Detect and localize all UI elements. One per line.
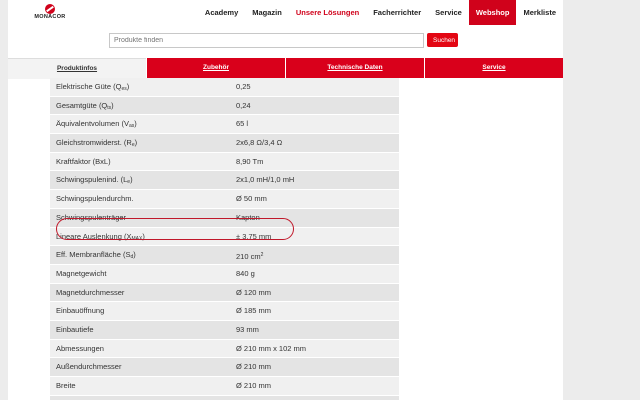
spec-label: Schwingspulendurchm.	[56, 194, 134, 204]
spec-value: Kapton	[236, 212, 260, 222]
spec-value: Ø 210 mm	[236, 362, 272, 372]
monacor-logo-icon	[45, 4, 55, 14]
spec-value: Ø 120 mm	[236, 287, 272, 297]
nav-item-facherrichter[interactable]: Facherrichter	[366, 0, 428, 25]
spec-row: Äquivalentvolumen (Vas) 65 l	[50, 115, 399, 135]
product-tabs: Produktinfos Zubehör Technische Daten Servi…	[8, 58, 563, 79]
spec-label: Breite	[56, 381, 76, 390]
main-menu: Academy Magazin Unsere Lösungen Facherricht…	[198, 0, 563, 25]
spec-row: Abmessungen Ø 210 mm x 102 mm	[50, 339, 399, 359]
spec-value: Ø 210 mm x 102 mm	[236, 343, 307, 353]
spec-label: Schwingspulenind. (Le)	[56, 175, 133, 186]
spec-value: Ø 210 mm	[236, 381, 272, 390]
spec-row: Schwingspulenind. (Le) 2x1,0 mH/1,0 mH	[50, 171, 399, 191]
spec-value: 93 mm	[236, 324, 259, 334]
spec-label: Magnetdurchmesser	[56, 287, 125, 297]
spec-label: Äquivalentvolumen (Vas)	[56, 119, 137, 130]
nav-item-service[interactable]: Service	[428, 0, 469, 25]
spec-row: Einbautiefe 93 mm	[50, 320, 399, 340]
spec-label: Kraftfaktor (BxL)	[56, 156, 111, 166]
spec-row: Elektrische Güte (Qes) 0,25	[50, 78, 399, 97]
spec-value: ± 3,75 mm	[236, 231, 272, 241]
spec-label: Lineare Auslenkung (XMAX)	[56, 231, 145, 242]
search-bar: Suchen	[8, 25, 563, 57]
spec-value: Ø 185 mm	[236, 306, 272, 316]
spec-value: Ø 50 mm	[236, 194, 267, 204]
spec-value: 210 cm2	[236, 252, 264, 262]
spec-row: Schwingspulenträger Kapton	[50, 208, 399, 228]
brand-logo[interactable]: MONACOR	[30, 3, 80, 23]
spec-label: Magnetgewicht	[56, 268, 107, 278]
spec-row: Außendurchmesser Ø 210 mm	[50, 358, 399, 377]
spec-row: Einbauöffnung Ø 185 mm	[50, 302, 399, 321]
spec-value: 8,90 Tm	[236, 156, 264, 166]
spec-value: 0,25	[236, 82, 251, 91]
spec-label: Einbauöffnung	[56, 306, 105, 316]
tab-technische-daten[interactable]: Technische Daten	[285, 58, 424, 78]
spec-value: 2x1,0 mH/1,0 mH	[236, 175, 295, 185]
spec-label: Einbautiefe	[56, 324, 94, 334]
nav-item-webshop[interactable]: Webshop	[468, 0, 517, 25]
spec-row: Breite Ø 210 mm	[50, 377, 399, 396]
spec-label: Abmessungen	[56, 343, 104, 353]
spec-label: Außendurchmesser	[56, 362, 122, 372]
spec-row: Lineare Auslenkung (XMAX) ± 3,75 mm	[50, 227, 399, 247]
tab-service[interactable]: Service	[424, 58, 563, 78]
spec-label: Eff. Membranfläche (Sd)	[56, 250, 136, 261]
spec-value: 0,24	[236, 100, 251, 110]
spec-table: Elektrische Güte (Qes) 0,25 Gesamtgüte (Qt…	[50, 78, 399, 400]
page: MONACOR Academy Magazin Unsere Lösungen Fac…	[8, 0, 563, 400]
nav-item-magazin[interactable]: Magazin	[245, 0, 289, 25]
spec-row: Magnetdurchmesser Ø 120 mm	[50, 283, 399, 303]
spec-row: Gesamtgüte (Qts) 0,24	[50, 96, 399, 116]
spec-row: Schwingspulendurchm. Ø 50 mm	[50, 190, 399, 209]
tab-produktinfos[interactable]: Produktinfos	[8, 58, 146, 79]
spec-row: Magnetgewicht 840 g	[50, 264, 399, 284]
logo-text: MONACOR	[34, 14, 66, 20]
nav-item-unsere-lösungen[interactable]: Unsere Lösungen	[289, 0, 366, 25]
nav-item-academy[interactable]: Academy	[198, 0, 245, 25]
spec-label: Gesamtgüte (Qts)	[56, 100, 114, 111]
spec-label: Gleichstromwiderst. (Re)	[56, 138, 138, 149]
spec-value: 102 mm	[226, 396, 399, 400]
spec-value: 840 g	[236, 268, 255, 278]
search-input[interactable]	[109, 33, 424, 48]
spec-row: Kraftfaktor (BxL) 8,90 Tm	[50, 152, 399, 172]
spec-label: Schwingspulenträger	[56, 212, 127, 222]
tab-zubehör[interactable]: Zubehör	[146, 58, 285, 78]
nav-item-merkliste[interactable]: Merkliste	[516, 0, 563, 25]
spec-row: Tiefe102 mm	[50, 395, 399, 400]
spec-row: Gleichstromwiderst. (Re) 2x6,8 Ω/3,4 Ω	[50, 134, 399, 153]
spec-label: Tiefe	[50, 396, 226, 400]
spec-label: Elektrische Güte (Qes)	[56, 82, 130, 92]
search-button[interactable]: Suchen	[427, 33, 458, 47]
spec-value: 2x6,8 Ω/3,4 Ω	[236, 138, 283, 148]
spec-value: 65 l	[236, 119, 249, 129]
spec-row: Eff. Membranfläche (Sd) 210 cm2	[50, 246, 399, 265]
top-navigation: MONACOR Academy Magazin Unsere Lösungen Fac…	[8, 0, 563, 25]
